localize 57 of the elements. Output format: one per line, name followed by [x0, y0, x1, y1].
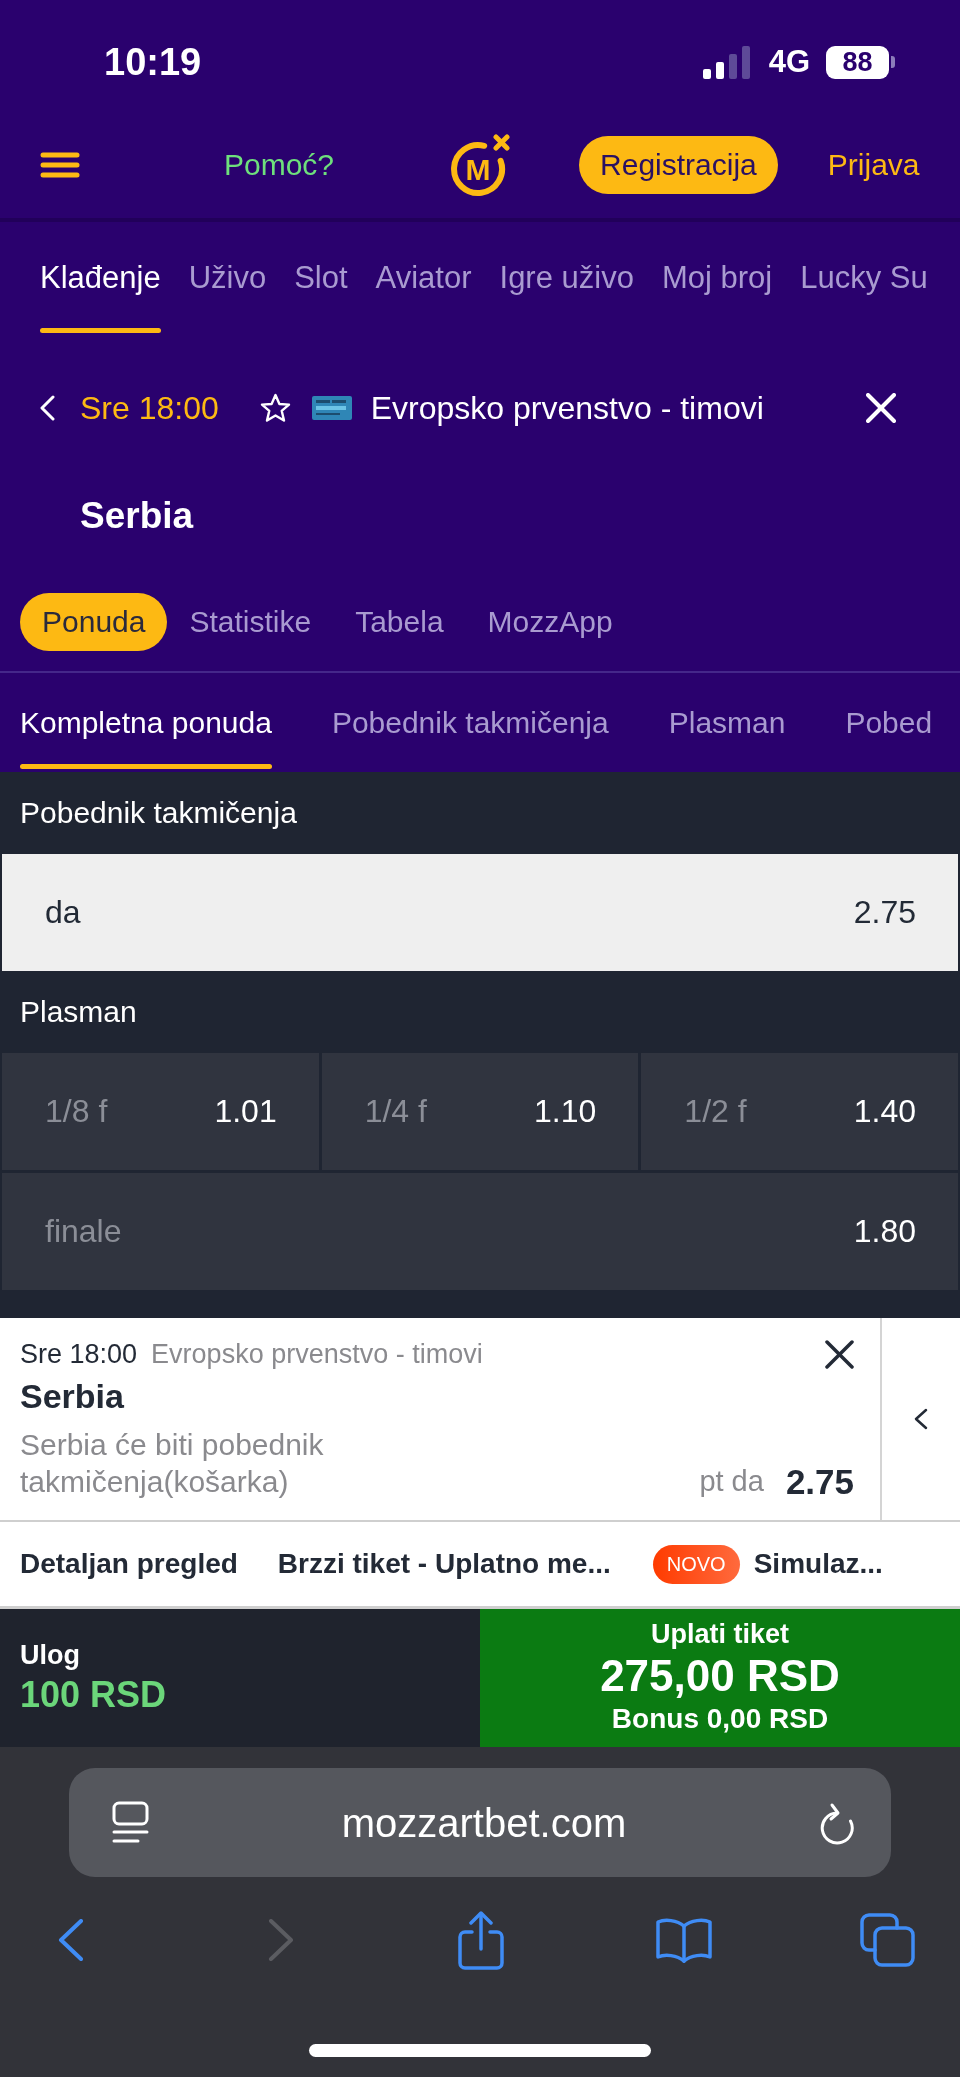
nav-tab[interactable]: Aviator [375, 222, 472, 333]
market-tab[interactable]: Plasman [668, 673, 786, 772]
stake-amount: 100 RSD [20, 1673, 167, 1717]
chevron-left-icon[interactable] [914, 1408, 928, 1430]
view-tab[interactable]: Ponuda [20, 593, 168, 651]
nav-tab[interactable]: Lucky Su [800, 222, 928, 333]
book-icon[interactable] [655, 1917, 713, 1963]
reader-icon[interactable] [112, 1801, 149, 1844]
market-tab[interactable]: Pobednik takmičenja [331, 673, 609, 772]
slip-odds: 2.75 [785, 1463, 854, 1500]
emblem-icon [311, 396, 352, 420]
market-tab[interactable]: Pobed [845, 673, 933, 772]
slip-option-link[interactable]: Simulaz... [753, 1547, 883, 1581]
help-link[interactable]: Pomoć? [224, 147, 335, 183]
star-icon[interactable] [259, 393, 291, 423]
market-tab[interactable]: Kompletna ponuda [20, 673, 272, 772]
team-name: Serbia [80, 495, 194, 537]
nav-tab[interactable]: Igre uživo [499, 222, 634, 333]
nav-tab[interactable]: Uživo [188, 222, 267, 333]
tabs-icon[interactable] [860, 1913, 915, 1967]
nav-tab[interactable]: Slot [294, 222, 348, 333]
view-tab[interactable]: MozzApp [465, 593, 635, 651]
nav-tab[interactable]: Klađenje [40, 222, 161, 333]
signal-icon [702, 45, 751, 79]
view-tab[interactable]: Tabela [333, 593, 466, 651]
market-title: Plasman [20, 994, 137, 1030]
slip-option-link[interactable]: Detaljan pregled [20, 1547, 238, 1581]
slip-team: Serbia [20, 1376, 124, 1416]
login-link[interactable]: Prijava [827, 147, 920, 183]
slip-competition: Evropsko prvenstvo - timovi [151, 1338, 483, 1370]
odds-button[interactable]: da 2.75 [2, 854, 958, 971]
register-button[interactable]: Registracija [579, 136, 778, 194]
odds-button[interactable]: 1/4 f 1.10 [321, 1053, 639, 1170]
competition-title: Evropsko prvenstvo - timovi [370, 389, 764, 427]
network-type: 4G [768, 44, 810, 80]
url-text: mozzartbet.com [341, 1799, 627, 1847]
menu-icon[interactable] [40, 152, 80, 178]
slip-pick: pt da [699, 1464, 764, 1499]
share-icon[interactable] [458, 1910, 504, 1970]
odds-button[interactable]: 1/2 f 1.40 [641, 1053, 958, 1170]
match-time: Sre 18:00 [80, 389, 219, 427]
status-time: 10:19 [104, 40, 202, 84]
slip-description: Serbia će biti pobednik takmičenja(košarka) [20, 1427, 325, 1500]
stake-label: Ulog [20, 1639, 80, 1672]
brand-logo[interactable]: M [448, 133, 513, 197]
market-title: Pobednik takmičenja [20, 795, 297, 831]
close-icon[interactable] [825, 1339, 854, 1369]
nav-tab[interactable]: Moj broj [661, 222, 773, 333]
address-bar[interactable]: mozzartbet.com [69, 1768, 891, 1877]
odds-button[interactable]: finale 1.80 [2, 1173, 958, 1290]
slip-time: Sre 18:00 [20, 1338, 138, 1370]
new-badge: NOVO [652, 1544, 740, 1584]
battery-indicator: 88 [826, 45, 895, 79]
odds-button[interactable]: 1/8 f 1.01 [2, 1053, 319, 1170]
view-tab[interactable]: Statistike [167, 593, 334, 651]
slip-option-link[interactable]: Brzzi tiket - Uplatno me... [277, 1547, 611, 1581]
pay-button[interactable]: Uplati tiket 275,00 RSD Bonus 0,00 RSD [480, 1609, 960, 1747]
